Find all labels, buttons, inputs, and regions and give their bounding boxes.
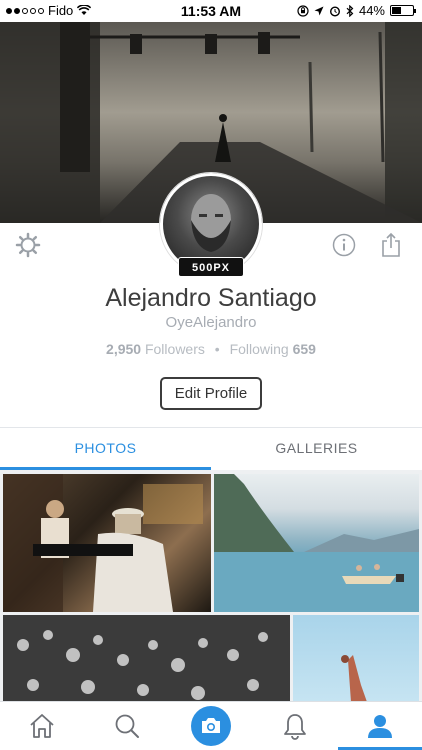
content-tabs: PHOTOS GALLERIES (0, 428, 422, 470)
info-icon (332, 233, 356, 257)
profile-icon (367, 715, 392, 738)
battery-icon (390, 5, 416, 16)
photo-thumbnail[interactable] (3, 474, 211, 612)
avatar-container: 500PX (160, 173, 262, 277)
tabbar-search[interactable] (84, 702, 168, 750)
500px-badge: 500PX (178, 257, 244, 277)
battery-percent: 44% (358, 3, 385, 18)
followers-count: 2,950 (106, 341, 142, 357)
followers-label: Followers (144, 341, 205, 357)
tabbar-home[interactable] (0, 702, 84, 750)
bluetooth-icon (346, 4, 354, 17)
gear-icon (15, 232, 41, 258)
tab-photos[interactable]: PHOTOS (0, 428, 211, 470)
tab-galleries[interactable]: GALLERIES (211, 428, 422, 470)
tabbar-profile[interactable] (337, 702, 422, 750)
alarm-icon (329, 5, 340, 17)
followers-link[interactable]: 2,950 Followers (106, 341, 205, 357)
bell-icon (284, 714, 307, 740)
following-label: Following (229, 341, 289, 357)
edit-profile-button[interactable]: Edit Profile (160, 377, 262, 410)
profile-name: Alejandro Santiago (105, 284, 317, 312)
profile-stats: 2,950 Followers • Following 659 (0, 341, 422, 357)
status-right: 44% (297, 3, 416, 18)
tabbar-upload[interactable] (169, 702, 253, 750)
photo-thumbnail[interactable] (293, 615, 419, 702)
photo-grid (0, 470, 422, 702)
upload-button[interactable] (191, 706, 232, 746)
camera-icon (202, 718, 221, 733)
photo-art (3, 615, 290, 702)
profile-username: OyeAlejandro (165, 314, 257, 331)
orientation-lock-icon (297, 4, 309, 17)
search-icon (115, 714, 139, 738)
tabbar-notifications[interactable] (253, 702, 337, 750)
status-bar: Fido 11:53 AM 44% (0, 0, 422, 22)
battery-level (392, 7, 401, 14)
following-link[interactable]: Following 659 (230, 341, 316, 357)
photo-art (3, 474, 203, 612)
photo-art (341, 655, 367, 702)
photo-thumbnail[interactable] (214, 474, 419, 612)
share-button[interactable] (379, 231, 403, 259)
info-button[interactable] (331, 232, 357, 258)
home-icon (30, 714, 54, 738)
location-arrow-icon (314, 6, 324, 15)
bottom-tab-bar (0, 701, 422, 750)
following-count: 659 (292, 341, 316, 357)
stats-separator: • (214, 341, 220, 357)
photo-art (214, 474, 419, 612)
photo-thumbnail[interactable] (3, 615, 290, 702)
share-icon (382, 232, 400, 257)
settings-button[interactable] (14, 231, 42, 259)
